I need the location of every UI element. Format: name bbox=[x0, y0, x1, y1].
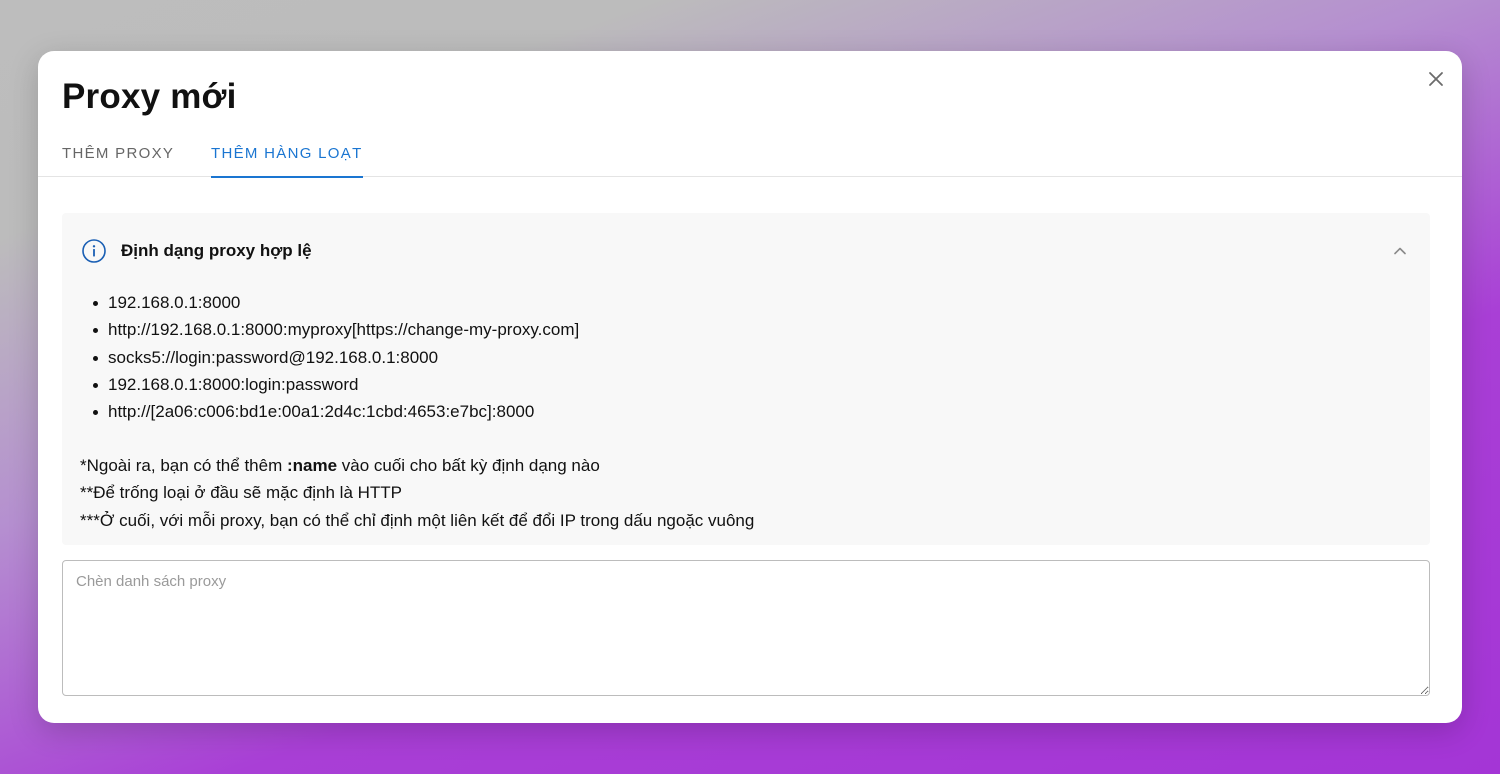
panel-title: Định dạng proxy hợp lệ bbox=[121, 241, 312, 260]
list-item: 192.168.0.1:8000:login:password bbox=[92, 371, 579, 398]
chevron-up-icon[interactable] bbox=[1392, 243, 1408, 259]
list-item: http://192.168.0.1:8000:myproxy[https://… bbox=[92, 316, 579, 343]
note-name-suffix: *Ngoài ra, bạn có thể thêm :name vào cuố… bbox=[80, 452, 754, 479]
valid-format-panel: Định dạng proxy hợp lệ 192.168.0.1:8000 … bbox=[62, 213, 1430, 545]
dialog-title: Proxy mới bbox=[62, 77, 237, 116]
proxy-list-input[interactable] bbox=[62, 560, 1430, 696]
list-item: 192.168.0.1:8000 bbox=[92, 289, 579, 316]
note-text: *Ngoài ra, bạn có thể thêm bbox=[80, 456, 287, 475]
proxy-list-field bbox=[62, 560, 1430, 696]
note-default-type: **Để trống loại ở đầu sẽ mặc định là HTT… bbox=[80, 483, 403, 503]
tab-bulk-add[interactable]: THÊM HÀNG LOẠT bbox=[211, 145, 363, 178]
notes: *Ngoài ra, bạn có thể thêm :name vào cuố… bbox=[80, 452, 754, 534]
note-change-ip-link: ***Ở cuối, với mỗi proxy, bạn có thể chỉ… bbox=[80, 510, 755, 530]
new-proxy-dialog: Proxy mới THÊM PROXY THÊM HÀNG LOẠT Định… bbox=[38, 51, 1462, 723]
list-item: socks5://login:password@192.168.0.1:8000 bbox=[92, 344, 579, 371]
tab-add-proxy[interactable]: THÊM PROXY bbox=[62, 145, 174, 177]
info-icon bbox=[81, 238, 107, 264]
close-icon[interactable] bbox=[1426, 69, 1446, 89]
format-list: 192.168.0.1:8000 http://192.168.0.1:8000… bbox=[92, 289, 579, 425]
tab-bar: THÊM PROXY THÊM HÀNG LOẠT bbox=[38, 137, 1462, 178]
note-text: vào cuối cho bất kỳ định dạng nào bbox=[337, 456, 600, 475]
note-keyword: :name bbox=[286, 456, 338, 475]
list-item: http://[2a06:c006:bd1e:00a1:2d4c:1cbd:46… bbox=[92, 398, 579, 425]
